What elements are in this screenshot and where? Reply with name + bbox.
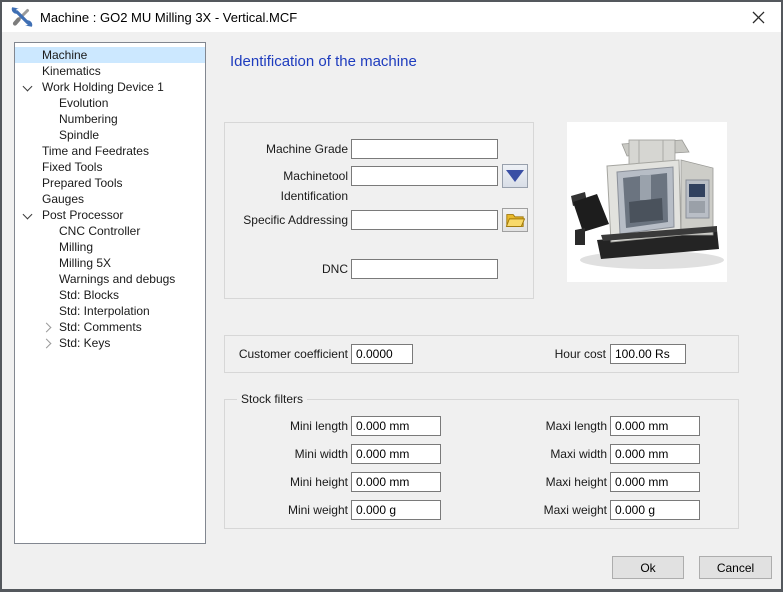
tree-item-std-comments[interactable]: Std: Comments — [15, 319, 205, 335]
page-title: Identification of the machine — [230, 53, 417, 70]
specific-addressing-label: Specific Addressing — [225, 210, 348, 230]
machine-photo — [567, 122, 727, 282]
mini-weight-label: Mini weight — [225, 500, 348, 520]
tree-item-numbering[interactable]: Numbering — [15, 111, 205, 127]
tools-icon — [11, 6, 33, 28]
chevron-right-icon[interactable] — [42, 323, 52, 333]
settings-tree: Machine Kinematics Work Holding Device 1… — [14, 42, 206, 544]
window-title: Machine : GO2 MU Milling 3X - Vertical.M… — [40, 10, 297, 25]
maxi-height-input[interactable] — [610, 472, 700, 492]
chevron-down-icon[interactable] — [24, 211, 34, 221]
maxi-length-input[interactable] — [610, 416, 700, 436]
stock-filters-legend: Stock filters — [237, 392, 307, 406]
tree-item-std-blocks[interactable]: Std: Blocks — [15, 287, 205, 303]
tree-item-kinematics[interactable]: Kinematics — [15, 63, 205, 79]
maxi-width-label: Maxi width — [485, 444, 607, 464]
titlebar: Machine : GO2 MU Milling 3X - Vertical.M… — [2, 2, 781, 32]
close-icon — [752, 11, 765, 24]
chevron-down-icon[interactable] — [24, 83, 34, 93]
mini-width-label: Mini width — [225, 444, 348, 464]
tree-item-cnc-controller[interactable]: CNC Controller — [15, 223, 205, 239]
tree-item-milling-5x[interactable]: Milling 5X — [15, 255, 205, 271]
dnc-label: DNC — [225, 259, 348, 279]
machine-grade-label: Machine Grade — [225, 139, 348, 159]
mini-length-input[interactable] — [351, 416, 441, 436]
machinetool-identification-label: Machinetool Identification — [225, 166, 348, 206]
tree-item-work-holding-device[interactable]: Work Holding Device 1 — [15, 79, 205, 95]
browse-folder-button[interactable] — [502, 208, 528, 232]
mini-height-label: Mini height — [225, 472, 348, 492]
mini-width-input[interactable] — [351, 444, 441, 464]
machine-grade-input[interactable] — [351, 139, 498, 159]
machine-image — [567, 122, 727, 282]
machine-dialog: Machine : GO2 MU Milling 3X - Vertical.M… — [0, 0, 783, 592]
tree-item-post-processor[interactable]: Post Processor — [15, 207, 205, 223]
triangle-down-icon — [506, 170, 524, 182]
mini-weight-input[interactable] — [351, 500, 441, 520]
maxi-height-label: Maxi height — [485, 472, 607, 492]
stock-filters-group: Stock filters Mini length Maxi length Mi… — [224, 399, 739, 529]
tree-item-std-interpolation[interactable]: Std: Interpolation — [15, 303, 205, 319]
maxi-width-input[interactable] — [610, 444, 700, 464]
specific-addressing-input[interactable] — [351, 210, 498, 230]
hour-cost-label: Hour cost — [505, 344, 606, 364]
chevron-right-icon[interactable] — [42, 339, 52, 349]
customer-coefficient-label: Customer coefficient — [225, 344, 348, 364]
dnc-input[interactable] — [351, 259, 498, 279]
machinetool-dropdown-button[interactable] — [502, 164, 528, 188]
open-folder-icon — [505, 212, 525, 229]
tree-item-machine[interactable]: Machine — [15, 47, 205, 63]
tree-item-gauges[interactable]: Gauges — [15, 191, 205, 207]
tree-item-fixed-tools[interactable]: Fixed Tools — [15, 159, 205, 175]
machinetool-identification-input[interactable] — [351, 166, 498, 186]
close-button[interactable] — [736, 2, 781, 32]
tree-item-spindle[interactable]: Spindle — [15, 127, 205, 143]
cancel-button[interactable]: Cancel — [699, 556, 772, 579]
maxi-weight-label: Maxi weight — [485, 500, 607, 520]
tree-item-evolution[interactable]: Evolution — [15, 95, 205, 111]
maxi-length-label: Maxi length — [485, 416, 607, 436]
tree-item-std-keys[interactable]: Std: Keys — [15, 335, 205, 351]
customer-coefficient-input[interactable] — [351, 344, 413, 364]
tree-item-warnings-and-debugs[interactable]: Warnings and debugs — [15, 271, 205, 287]
mini-length-label: Mini length — [225, 416, 348, 436]
coefficient-group: Customer coefficient Hour cost — [224, 335, 739, 373]
maxi-weight-input[interactable] — [610, 500, 700, 520]
identification-group: Machine Grade Machinetool Identification… — [224, 122, 534, 299]
hour-cost-input[interactable] — [610, 344, 686, 364]
mini-height-input[interactable] — [351, 472, 441, 492]
tree-item-milling[interactable]: Milling — [15, 239, 205, 255]
ok-button[interactable]: Ok — [612, 556, 684, 579]
tree-item-time-and-feedrates[interactable]: Time and Feedrates — [15, 143, 205, 159]
tree-item-prepared-tools[interactable]: Prepared Tools — [15, 175, 205, 191]
